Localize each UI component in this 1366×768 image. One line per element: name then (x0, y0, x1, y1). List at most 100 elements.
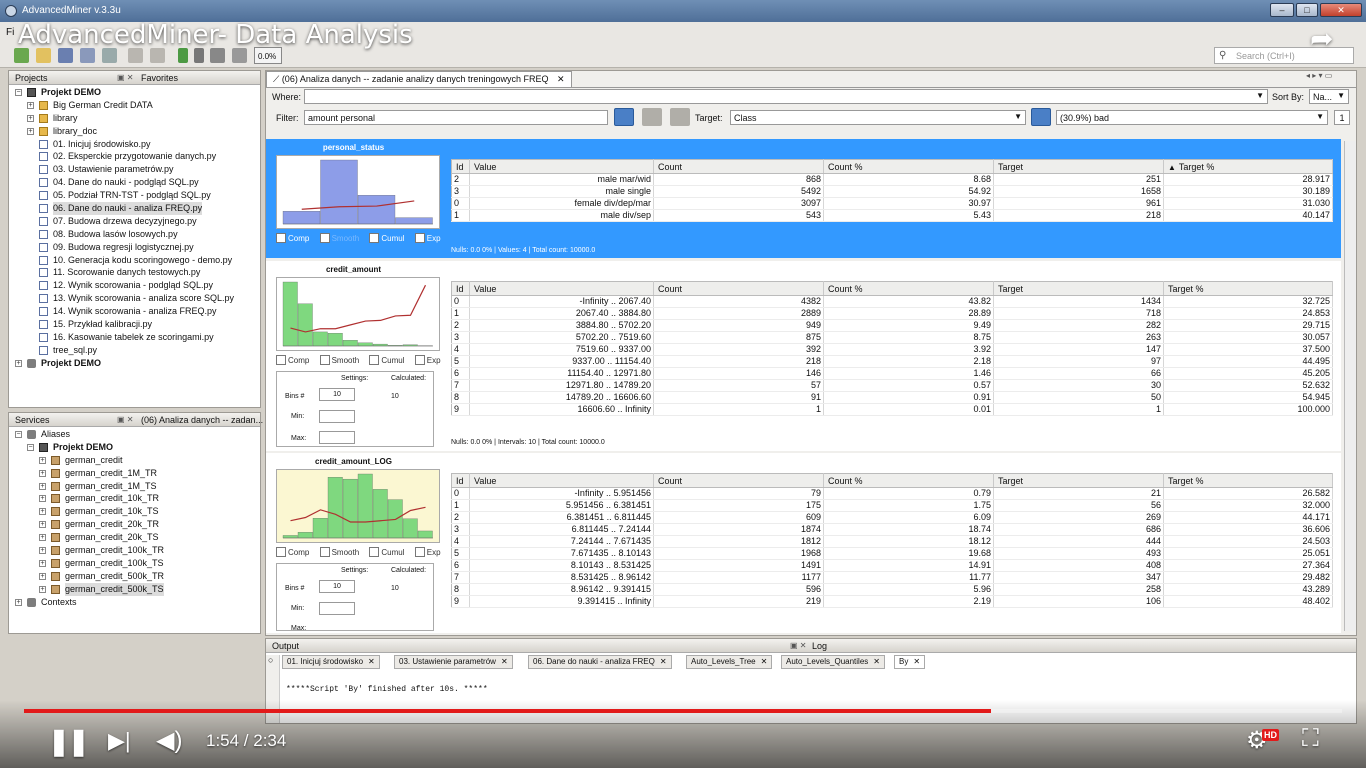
expand-icon[interactable]: + (39, 495, 46, 503)
output-tab[interactable]: 01. Inicjuj środowisko ✕ (282, 655, 380, 669)
cut-icon[interactable] (102, 48, 117, 63)
table-row[interactable]: 6 8.10143 .. 8.531425 1491 14.91 408 27.364 (451, 559, 1333, 572)
tree-file[interactable]: 04. Dane do nauki - podgląd SQL.py (9, 176, 260, 189)
column-header-count[interactable]: Count (653, 159, 824, 174)
output-tab[interactable]: Auto_Levels_Quantiles ✕ (781, 655, 885, 669)
expand-icon[interactable]: + (39, 559, 46, 567)
filter-input[interactable]: amount personal (304, 110, 608, 125)
tree-file[interactable]: 06. Dane do nauki - analiza FREQ.py (9, 202, 260, 215)
column-header-targetpct[interactable]: Target % (1163, 281, 1333, 296)
tree-table[interactable]: + german_credit_500k_TR (9, 570, 260, 583)
tree-file[interactable]: 11. Scorowanie danych testowych.py (9, 266, 260, 279)
tree-table[interactable]: + german_credit_100k_TS (9, 557, 260, 570)
editor-scrollbar[interactable] (1344, 141, 1356, 631)
column-header-countpct[interactable]: Count % (823, 281, 994, 296)
expand-icon[interactable]: − (27, 443, 34, 451)
tab-document[interactable]: (06) Analiza danych -- zadan... (141, 415, 263, 425)
save-all-icon[interactable] (80, 48, 95, 63)
exp-checkbox[interactable] (414, 547, 425, 557)
tree-file[interactable]: tree_sql.py (9, 344, 260, 357)
min-input[interactable] (319, 410, 355, 423)
table-row[interactable]: 5 7.671435 .. 8.10143 1968 19.68 493 25.051 (451, 547, 1333, 560)
bins-input[interactable]: 10 (319, 388, 355, 401)
video-progress-bar[interactable] (24, 709, 1342, 713)
volume-icon[interactable]: ◀) (156, 726, 182, 755)
tree-table[interactable]: + german_credit_10k_TR (9, 492, 260, 505)
table-row[interactable]: 5 9337.00 .. 11154.40 218 2.18 97 44.495 (451, 355, 1333, 368)
tree-file[interactable]: 05. Podział TRN-TST - podgląd SQL.py (9, 189, 260, 202)
table-row[interactable]: 1 male div/sep 543 5.43 218 40.147 (451, 209, 1333, 222)
tree-table[interactable]: + german_credit_1M_TS (9, 480, 260, 493)
expand-icon[interactable]: + (39, 547, 46, 555)
column-header-count[interactable]: Count (653, 281, 824, 296)
tree-file[interactable]: 16. Kasowanie tabelek ze scoringami.py (9, 331, 260, 344)
histogram-view-icon[interactable] (670, 108, 690, 126)
column-header-target[interactable]: Target (993, 473, 1164, 488)
table-row[interactable]: 6 11154.40 .. 12971.80 146 1.46 66 45.205 (451, 367, 1333, 380)
column-header-id[interactable]: Id (451, 159, 470, 174)
exp-checkbox[interactable] (414, 355, 425, 365)
expand-icon[interactable]: + (27, 127, 34, 135)
tree-table[interactable]: + german_credit_20k_TR (9, 518, 260, 531)
table-row[interactable]: 4 7519.60 .. 9337.00 392 3.92 147 37.500 (451, 343, 1333, 356)
column-header-target[interactable]: Target (993, 159, 1164, 174)
settings-icon[interactable] (232, 48, 247, 63)
tree-table[interactable]: + german_credit_1M_TR (9, 467, 260, 480)
tree-table[interactable]: + german_credit_20k_TS (9, 531, 260, 544)
tree-file[interactable]: 03. Ustawienie parametrów.py (9, 163, 260, 176)
histogram-view-icon[interactable] (614, 108, 634, 126)
expand-icon[interactable]: + (39, 482, 46, 490)
maximize-button[interactable]: □ (1296, 3, 1318, 17)
tree-table[interactable]: + german_credit_10k_TS (9, 505, 260, 518)
table-row[interactable]: 3 male single 5492 54.92 1658 30.189 (451, 185, 1333, 198)
table-row[interactable]: 0 female div/dep/mar 3097 30.97 961 31.030 (451, 197, 1333, 210)
table-row[interactable]: 9 16606.60 .. Infinity 1 0.01 1 100.000 (451, 403, 1333, 416)
table-row[interactable]: 3 5702.20 .. 7519.60 875 8.75 263 30.057 (451, 331, 1333, 344)
column-header-value[interactable]: Value (469, 159, 654, 174)
column-header-id[interactable]: Id (451, 281, 470, 296)
expand-icon[interactable]: + (39, 456, 46, 464)
stop-icon[interactable] (194, 48, 204, 63)
table-row[interactable]: 1 5.951456 .. 6.381451 175 1.75 56 32.000 (451, 499, 1333, 512)
close-tab-icon[interactable]: ✕ (557, 74, 565, 84)
table-row[interactable]: 2 6.381451 .. 6.811445 609 6.09 269 44.171 (451, 511, 1333, 524)
target-class-combo[interactable]: (30.9%) bad ▼ (1056, 110, 1328, 125)
comp-checkbox[interactable] (276, 547, 286, 557)
bins-input[interactable]: 10 (319, 580, 355, 593)
table-row[interactable]: 1 2067.40 .. 3884.80 2889 28.89 718 24.853 (451, 307, 1333, 320)
share-icon[interactable]: ➦ (1310, 22, 1342, 54)
max-input[interactable] (319, 431, 355, 444)
tree-file[interactable]: 10. Generacja kodu scoringowego - demo.p… (9, 254, 260, 267)
histogram-view-icon[interactable] (642, 108, 662, 126)
table-row[interactable]: 2 male mar/wid 868 8.68 251 28.917 (451, 173, 1333, 186)
pause-icon[interactable]: ❚❚ (48, 726, 90, 757)
table-row[interactable]: 7 8.531425 .. 8.96142 1177 11.77 347 29.482 (451, 571, 1333, 584)
new-project-icon[interactable] (14, 48, 29, 63)
sortby-combo[interactable]: Na... ▼ (1309, 89, 1349, 104)
editor-nav-icon[interactable]: ◂ ▸ ▾ ▭ (1306, 71, 1332, 80)
tree-file[interactable]: 12. Wynik scorowania - podgląd SQL.py (9, 279, 260, 292)
open-icon[interactable] (36, 48, 51, 63)
tree-file[interactable]: 13. Wynik scorowania - analiza score SQL… (9, 292, 260, 305)
table-row[interactable]: 8 8.96142 .. 9.391415 596 5.96 258 43.289 (451, 583, 1333, 596)
expand-icon[interactable]: + (39, 585, 46, 593)
close-tab-icon[interactable]: ✕ (501, 657, 508, 666)
next-icon[interactable]: ▶| (108, 728, 131, 754)
smooth-checkbox[interactable] (319, 355, 330, 365)
output-tab[interactable]: 06. Dane do nauki - analiza FREQ ✕ (528, 655, 672, 669)
tab-projects[interactable]: Projects (15, 73, 48, 83)
clear-output-icon[interactable]: ○ (268, 655, 273, 665)
table-row[interactable]: 4 7.24144 .. 7.671435 1812 18.12 444 24.503 (451, 535, 1333, 548)
tree-file[interactable]: 15. Przykład kalibracji.py (9, 318, 260, 331)
close-tab-icon[interactable]: ✕ (368, 657, 375, 666)
column-header-targetpct[interactable]: Target % (1163, 473, 1333, 488)
tree-folder[interactable]: + library (9, 112, 260, 125)
column-header-target[interactable]: Target (993, 281, 1164, 296)
column-header-countpct[interactable]: Count % (823, 473, 994, 488)
minimize-button[interactable]: – (1270, 3, 1294, 17)
expand-icon[interactable]: + (39, 469, 46, 477)
output-tab[interactable]: By ✕ (894, 655, 926, 669)
expand-icon[interactable]: + (39, 534, 46, 542)
tree-file[interactable]: 01. Inicjuj środowisko.py (9, 138, 260, 151)
tab-log[interactable]: Log (812, 641, 827, 651)
